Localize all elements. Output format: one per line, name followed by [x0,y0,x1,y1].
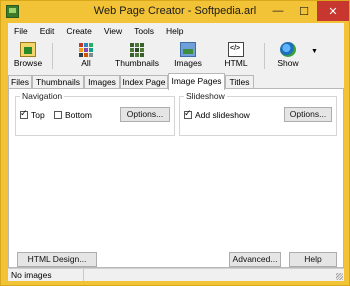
maximize-button[interactable]: ☐ [291,1,317,21]
thumbnails-button[interactable]: Thumbnails [115,41,159,71]
html-icon [228,42,244,57]
tab-titles[interactable]: Titles [225,75,254,89]
menu-bar: File Edit Create View Tools Help [8,23,344,39]
tab-thumbnails[interactable]: Thumbnails [32,75,84,89]
tab-strip: Files Thumbnails Images Index Page Image… [8,73,344,90]
show-button[interactable]: Show [276,41,300,71]
toolbar: Browse All Thumbnails Images </> HTML Sh… [8,39,344,73]
menu-help[interactable]: Help [160,23,189,39]
tab-index-page[interactable]: Index Page [120,75,168,89]
checkbox-unchecked-icon [54,111,62,119]
image-icon [180,42,196,57]
slideshow-group-label: Slideshow [184,91,227,101]
close-button[interactable]: ✕ [317,1,349,21]
minimize-button[interactable]: — [265,1,291,21]
navigation-group: Navigation Top Bottom Options... [15,91,175,136]
html-button[interactable]: HTML [223,41,249,71]
top-checkbox[interactable]: Top [20,108,45,120]
navigation-group-label: Navigation [20,91,65,101]
grid-icon [78,42,94,57]
menu-create[interactable]: Create [60,23,98,39]
thumbnails-label: Thumbnails [115,58,159,68]
menu-view[interactable]: View [98,23,128,39]
all-button[interactable]: All [74,41,98,71]
bottom-checkbox-label: Bottom [65,110,92,120]
chevron-down-icon[interactable]: ▼ [311,48,318,55]
images-button[interactable]: Images [174,41,202,71]
title-bar[interactable]: Web Page Creator - Softpedia.arl — ☐ ✕ [1,1,349,23]
status-text: No images [9,269,84,281]
browse-button[interactable]: Browse [13,41,43,71]
all-label: All [81,58,91,68]
menu-tools[interactable]: Tools [128,23,160,39]
top-checkbox-label: Top [31,110,45,120]
menu-file[interactable]: File [8,23,34,39]
browse-label: Browse [13,58,43,68]
image-pages-panel: Navigation Top Bottom Options... Slidesh… [8,88,344,268]
tab-files[interactable]: Files [8,75,32,89]
advanced-button[interactable]: Advanced... [229,252,281,267]
navigation-options-button[interactable]: Options... [120,107,170,122]
html-design-button[interactable]: HTML Design... [17,252,97,267]
resize-grip-icon[interactable] [336,273,343,280]
checkbox-checked-icon [20,108,28,119]
images-label: Images [174,58,202,68]
folder-image-icon [20,42,36,57]
checkbox-checked-icon [184,108,192,119]
add-slideshow-checkbox[interactable]: Add slideshow [184,108,250,120]
show-label: Show [277,58,299,68]
client-area: File Edit Create View Tools Help Browse … [8,23,344,281]
tab-images[interactable]: Images [84,75,120,89]
add-slideshow-label: Add slideshow [195,110,250,120]
tab-image-pages[interactable]: Image Pages [168,73,225,90]
globe-icon [280,42,296,57]
menu-edit[interactable]: Edit [34,23,61,39]
html-label: HTML [224,58,248,68]
app-window: Web Page Creator - Softpedia.arl — ☐ ✕ F… [0,0,350,286]
toolbar-separator [264,43,265,69]
slideshow-options-button[interactable]: Options... [284,107,332,122]
toolbar-separator [52,43,53,69]
slideshow-group: Slideshow Add slideshow Options... [179,91,337,136]
help-button[interactable]: Help [289,252,337,267]
status-bar: No images [8,268,344,281]
bottom-checkbox[interactable]: Bottom [54,110,92,120]
thumbnails-icon [129,42,145,57]
